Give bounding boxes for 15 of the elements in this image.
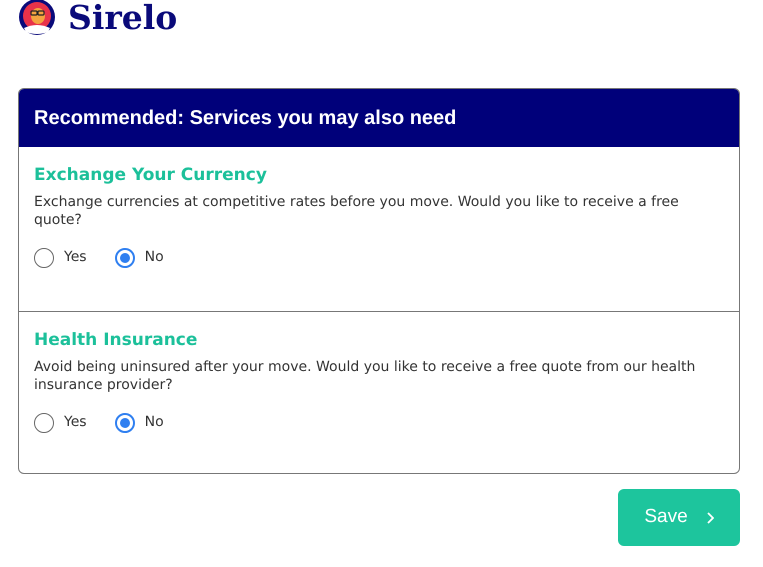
section-title: Exchange Your Currency (34, 164, 268, 187)
radio-button[interactable] (34, 412, 54, 432)
panel-title: Recommended: Services you may also need (34, 106, 456, 131)
radio-option[interactable]: No (114, 247, 164, 268)
radio-button[interactable] (114, 248, 135, 268)
radio-option[interactable]: Yes (34, 412, 87, 433)
brand-name: Sirelo (68, 0, 178, 34)
radio-option[interactable]: Yes (34, 247, 87, 268)
section-description: Exchange currencies at competitive rates before you move. Would you like to receive a free quote? (34, 193, 680, 229)
section-title: Health Insurance (34, 329, 198, 352)
section-description: Avoid being uninsured after your move. Would you like to receive a free quote from our health insurance provider? (34, 358, 696, 394)
radio-option[interactable]: No (114, 412, 164, 433)
chevron-right-icon (706, 512, 714, 524)
radio-button[interactable] (34, 248, 54, 268)
radio-button[interactable] (114, 412, 135, 432)
